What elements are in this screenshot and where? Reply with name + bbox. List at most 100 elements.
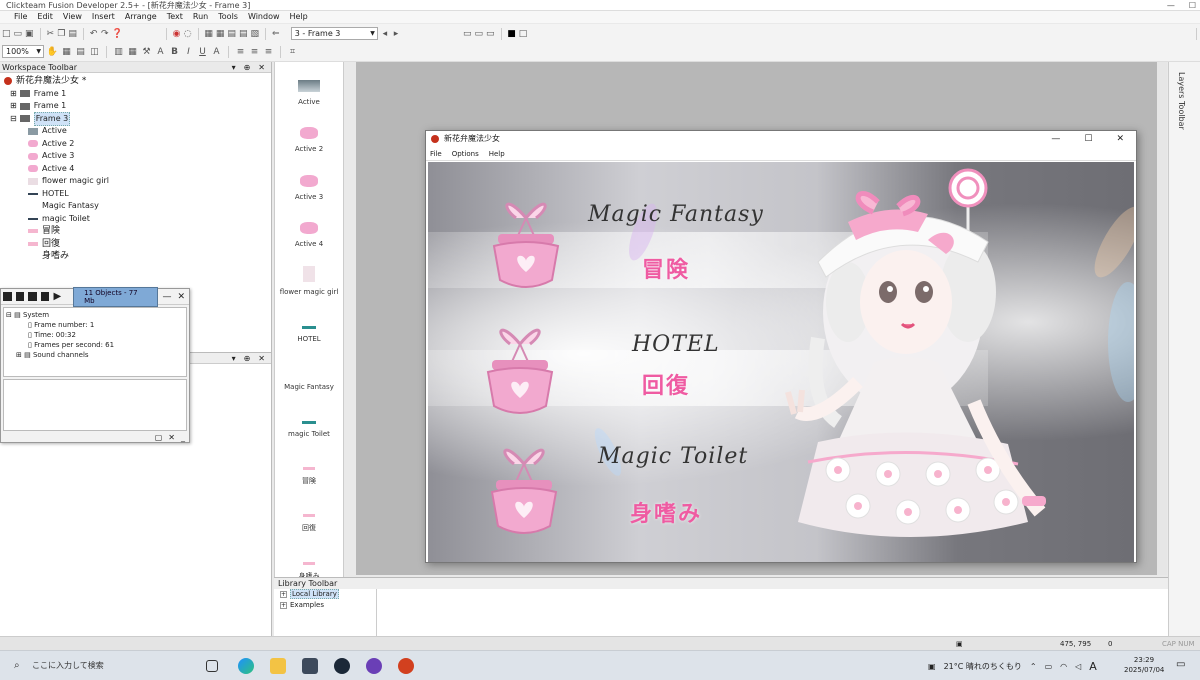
menu-tools[interactable]: Tools xyxy=(218,11,238,23)
align-left-icon[interactable]: ▭ xyxy=(463,28,472,39)
object-item[interactable]: Active 2 xyxy=(275,110,343,158)
library-item[interactable]: + Examples xyxy=(274,600,1168,611)
run-icon[interactable]: ▶ xyxy=(53,291,61,302)
tree-object[interactable]: flower magic girl xyxy=(4,175,271,188)
next-frame-icon[interactable]: ▸ xyxy=(392,28,400,39)
weather-text[interactable]: 21°C 晴れのちくもり xyxy=(944,661,1022,672)
align-center-icon[interactable]: ▭ xyxy=(475,28,484,39)
undo-icon[interactable]: ↶ xyxy=(90,28,98,39)
wifi-icon[interactable]: ◠ xyxy=(1060,662,1067,671)
tools-icon[interactable]: ⚒ xyxy=(141,46,152,57)
align-right-icon[interactable]: ▭ xyxy=(486,28,495,39)
object-item[interactable]: Active 3 xyxy=(275,157,343,205)
dropdown-icon[interactable]: ▾ xyxy=(232,62,236,73)
object-item[interactable]: Magic Fantasy xyxy=(275,347,343,395)
run-application-icon[interactable]: ◉ xyxy=(173,28,181,39)
notification-icon[interactable]: ▭ xyxy=(1176,659,1185,670)
bold-button[interactable]: B xyxy=(169,46,180,57)
object-item[interactable]: Active 4 xyxy=(275,205,343,253)
arrow-left-icon[interactable]: ⇐ xyxy=(272,28,280,39)
copy-icon[interactable]: ❐ xyxy=(57,28,65,39)
tree-object[interactable]: Active xyxy=(4,125,271,138)
fusion-app-icon[interactable] xyxy=(398,658,414,674)
stop-icon[interactable] xyxy=(15,292,25,301)
color-black-icon[interactable]: ■ xyxy=(507,28,516,39)
menu-insert[interactable]: Insert xyxy=(92,11,115,23)
pin-icon[interactable]: ⊕ xyxy=(244,353,251,364)
minimize-icon[interactable]: — xyxy=(1167,0,1175,11)
grid-setup-icon[interactable]: ▦ xyxy=(127,46,138,57)
hand-icon[interactable]: ✋ xyxy=(47,46,58,57)
save-icon[interactable]: ▣ xyxy=(25,28,34,39)
network-icon[interactable]: ▭ xyxy=(1045,662,1053,671)
event-editor-icon[interactable]: ▤ xyxy=(227,28,236,39)
expand-icon[interactable]: + xyxy=(280,602,287,609)
pin-icon[interactable]: ⊕ xyxy=(244,62,251,73)
menu-arrange[interactable]: Arrange xyxy=(125,11,157,23)
menu-text[interactable]: Text xyxy=(167,11,183,23)
tree-object[interactable]: 冒険 xyxy=(4,225,271,238)
grid-icon[interactable]: ▦ xyxy=(61,46,72,57)
app-purple-icon[interactable] xyxy=(366,658,382,674)
magic-toilet-label[interactable]: Magic Toilet xyxy=(598,444,748,469)
magic-fantasy-label[interactable]: Magic Fantasy xyxy=(588,202,764,227)
magnet-icon[interactable]: ◫ xyxy=(89,46,100,57)
library-item[interactable]: + Local Library xyxy=(274,589,1168,600)
object-item[interactable]: HOTEL xyxy=(275,300,343,348)
menu-view[interactable]: View xyxy=(63,11,82,23)
edge-icon[interactable] xyxy=(238,658,254,674)
maximize-icon[interactable]: ☐ xyxy=(1189,0,1196,11)
close-icon[interactable]: ✕ xyxy=(258,62,265,73)
edit-icon[interactable]: ▢ xyxy=(155,433,163,442)
align-right-text-icon[interactable]: ≡ xyxy=(263,46,274,57)
minimize-icon[interactable]: _ xyxy=(181,433,185,442)
step-icon[interactable] xyxy=(40,292,50,301)
object-item[interactable]: Active xyxy=(275,62,343,110)
taskbar-search[interactable]: ⌕ ここに入力して検索 xyxy=(14,658,189,674)
prev-frame-icon[interactable]: ◂ xyxy=(381,28,389,39)
storyboard-editor-icon[interactable]: ▦ xyxy=(204,28,213,39)
basket-button-adventure[interactable] xyxy=(486,184,566,294)
play-icon[interactable] xyxy=(3,292,12,301)
chevron-up-icon[interactable]: ⌃ xyxy=(1030,662,1037,671)
hotel-label[interactable]: HOTEL xyxy=(632,332,720,357)
font-icon[interactable]: A xyxy=(155,46,166,57)
weather-icon[interactable]: ▣ xyxy=(928,662,936,671)
tree-frame-node-selected[interactable]: ⊟ Frame 3 xyxy=(4,111,271,126)
align-center-text-icon[interactable]: ≡ xyxy=(249,46,260,57)
align-left-text-icon[interactable]: ≡ xyxy=(235,46,246,57)
recovery-label[interactable]: 回復 xyxy=(642,368,690,400)
game-canvas[interactable]: Magic Fantasy 冒険 HOTEL 回復 Magic Toilet 身… xyxy=(428,162,1134,562)
color-white-icon[interactable]: □ xyxy=(519,28,528,39)
vertical-scrollbar[interactable] xyxy=(1157,62,1167,575)
expand-icon[interactable]: ⊞ xyxy=(10,88,17,101)
object-item[interactable]: 回復 xyxy=(275,490,343,538)
tree-object[interactable]: 身嗜み xyxy=(4,250,271,263)
cut-icon[interactable]: ✂ xyxy=(46,28,55,39)
expand-icon[interactable]: + xyxy=(280,591,287,598)
maximize-icon[interactable]: ☐ xyxy=(1084,131,1092,147)
menu-run[interactable]: Run xyxy=(193,11,208,23)
close-icon[interactable]: ✕ xyxy=(258,353,265,364)
expand-icon[interactable]: ⊞ xyxy=(10,100,17,113)
tree-object[interactable]: Active 2 xyxy=(4,138,271,151)
volume-icon[interactable]: ◁ xyxy=(1075,662,1081,671)
object-item[interactable]: 冒険 xyxy=(275,442,343,490)
basket-button-grooming[interactable] xyxy=(484,430,564,540)
menu-edit[interactable]: Edit xyxy=(37,11,53,23)
task-view-icon[interactable] xyxy=(206,660,218,672)
mail-icon[interactable] xyxy=(302,658,318,674)
close-icon[interactable]: ✕ xyxy=(168,433,175,442)
collapse-icon[interactable]: ⊟ xyxy=(10,113,17,126)
tree-app-node[interactable]: 新花弁魔法少女 * xyxy=(4,75,271,88)
file-explorer-icon[interactable] xyxy=(270,658,286,674)
tree-object[interactable]: Magic Fantasy xyxy=(4,200,271,213)
frame-select[interactable]: 3 - Frame 3 ▼ xyxy=(290,27,378,40)
italic-button[interactable]: I xyxy=(183,46,194,57)
fit-icon[interactable]: ⌗ xyxy=(287,46,298,57)
tree-object[interactable]: magic Toilet xyxy=(4,213,271,226)
help-icon[interactable]: ❓ xyxy=(112,28,123,39)
taskbar-clock[interactable]: 23:29 2025/07/04 xyxy=(1124,655,1164,675)
snap-icon[interactable]: ▤ xyxy=(75,46,86,57)
new-icon[interactable]: □ xyxy=(2,28,11,39)
